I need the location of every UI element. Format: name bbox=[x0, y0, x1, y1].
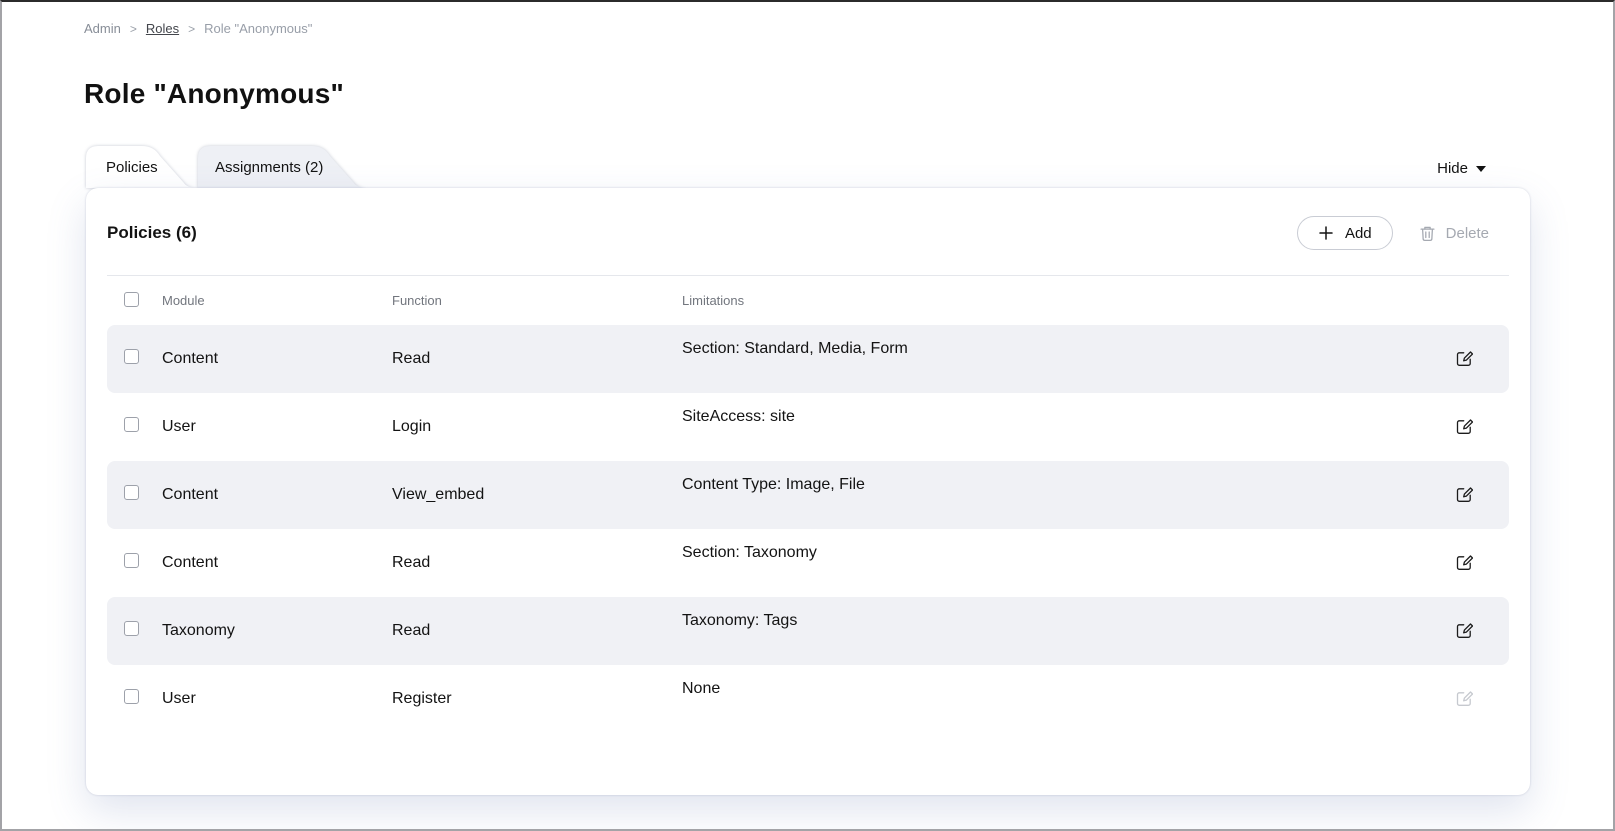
module-cell: Content bbox=[162, 554, 392, 572]
function-cell: Read bbox=[392, 350, 682, 368]
breadcrumb-item-admin: Admin bbox=[84, 21, 121, 36]
limitations-cell: None bbox=[682, 665, 1419, 698]
module-cell: Taxonomy bbox=[162, 622, 392, 640]
function-cell: Read bbox=[392, 554, 682, 572]
row-checkbox[interactable] bbox=[124, 553, 139, 568]
row-checkbox[interactable] bbox=[124, 621, 139, 636]
table-row: Content View_embed Content Type: Image, … bbox=[107, 461, 1509, 529]
edit-pencil-square-icon bbox=[1455, 417, 1473, 435]
policies-panel: Policies (6) Add bbox=[86, 188, 1530, 795]
edit-policy-button[interactable] bbox=[1452, 618, 1476, 642]
table-row: Taxonomy Read Taxonomy: Tags bbox=[107, 597, 1509, 665]
tab-policies-label: Policies bbox=[106, 159, 158, 176]
function-cell: Register bbox=[392, 690, 682, 708]
edit-pencil-square-icon bbox=[1455, 349, 1473, 367]
delete-button-label: Delete bbox=[1446, 225, 1489, 242]
function-cell: Login bbox=[392, 418, 682, 436]
table-row: Content Read Section: Standard, Media, F… bbox=[107, 325, 1509, 393]
function-cell: Read bbox=[392, 622, 682, 640]
add-button-label: Add bbox=[1345, 225, 1372, 242]
breadcrumb-separator: > bbox=[188, 22, 195, 36]
app-window: Admin > Roles > Role "Anonymous" Role "A… bbox=[0, 0, 1615, 831]
tab-bar: Policies Assignments (2) Hide bbox=[86, 146, 1530, 188]
select-all-checkbox[interactable] bbox=[124, 292, 139, 307]
table-row: User Register None bbox=[107, 665, 1509, 733]
hide-toggle-label: Hide bbox=[1437, 160, 1468, 177]
column-header-module: Module bbox=[162, 293, 392, 308]
table-row: Content Read Section: Taxonomy bbox=[107, 529, 1509, 597]
panel-header: Policies (6) Add bbox=[107, 188, 1509, 275]
breadcrumb: Admin > Roles > Role "Anonymous" bbox=[84, 21, 1613, 36]
row-checkbox[interactable] bbox=[124, 417, 139, 432]
limitations-cell: Section: Standard, Media, Form bbox=[682, 325, 1419, 358]
limitations-cell: Section: Taxonomy bbox=[682, 529, 1419, 562]
policies-table: Module Function Limitations Content Read… bbox=[107, 275, 1509, 733]
function-cell: View_embed bbox=[392, 486, 682, 504]
page-title: Role "Anonymous" bbox=[84, 78, 1613, 110]
limitations-cell: Taxonomy: Tags bbox=[682, 597, 1419, 630]
module-cell: User bbox=[162, 690, 392, 708]
module-cell: User bbox=[162, 418, 392, 436]
panel-actions: Add Delete bbox=[1297, 216, 1509, 250]
caret-down-icon bbox=[1476, 166, 1486, 172]
module-cell: Content bbox=[162, 486, 392, 504]
row-checkbox[interactable] bbox=[124, 689, 139, 704]
trash-icon bbox=[1419, 225, 1436, 242]
tab-assignments-label: Assignments (2) bbox=[215, 159, 323, 176]
edit-pencil-square-icon bbox=[1455, 485, 1473, 503]
breadcrumb-item-roles[interactable]: Roles bbox=[146, 21, 179, 36]
edit-pencil-square-icon bbox=[1455, 689, 1473, 707]
breadcrumb-item-current: Role "Anonymous" bbox=[204, 21, 312, 36]
table-row: User Login SiteAccess: site bbox=[107, 393, 1509, 461]
table-body: Content Read Section: Standard, Media, F… bbox=[107, 325, 1509, 733]
edit-policy-button bbox=[1452, 686, 1476, 710]
row-checkbox[interactable] bbox=[124, 349, 139, 364]
edit-policy-button[interactable] bbox=[1452, 550, 1476, 574]
hide-toggle[interactable]: Hide bbox=[1437, 160, 1486, 177]
row-checkbox[interactable] bbox=[124, 485, 139, 500]
add-policy-button[interactable]: Add bbox=[1297, 216, 1393, 250]
edit-pencil-square-icon bbox=[1455, 553, 1473, 571]
edit-policy-button[interactable] bbox=[1452, 346, 1476, 370]
plus-icon bbox=[1318, 225, 1334, 241]
breadcrumb-separator: > bbox=[130, 22, 137, 36]
edit-policy-button[interactable] bbox=[1452, 414, 1476, 438]
delete-policy-button[interactable]: Delete bbox=[1419, 216, 1489, 250]
edit-pencil-square-icon bbox=[1455, 621, 1473, 639]
column-header-function: Function bbox=[392, 293, 682, 308]
tab-policies[interactable]: Policies bbox=[86, 146, 198, 188]
column-header-limitations: Limitations bbox=[682, 293, 1419, 308]
limitations-cell: Content Type: Image, File bbox=[682, 461, 1419, 494]
table-header-row: Module Function Limitations bbox=[107, 275, 1509, 325]
tab-assignments[interactable]: Assignments (2) bbox=[198, 146, 368, 188]
limitations-cell: SiteAccess: site bbox=[682, 393, 1419, 426]
module-cell: Content bbox=[162, 350, 392, 368]
edit-policy-button[interactable] bbox=[1452, 482, 1476, 506]
panel-title: Policies (6) bbox=[107, 223, 197, 243]
